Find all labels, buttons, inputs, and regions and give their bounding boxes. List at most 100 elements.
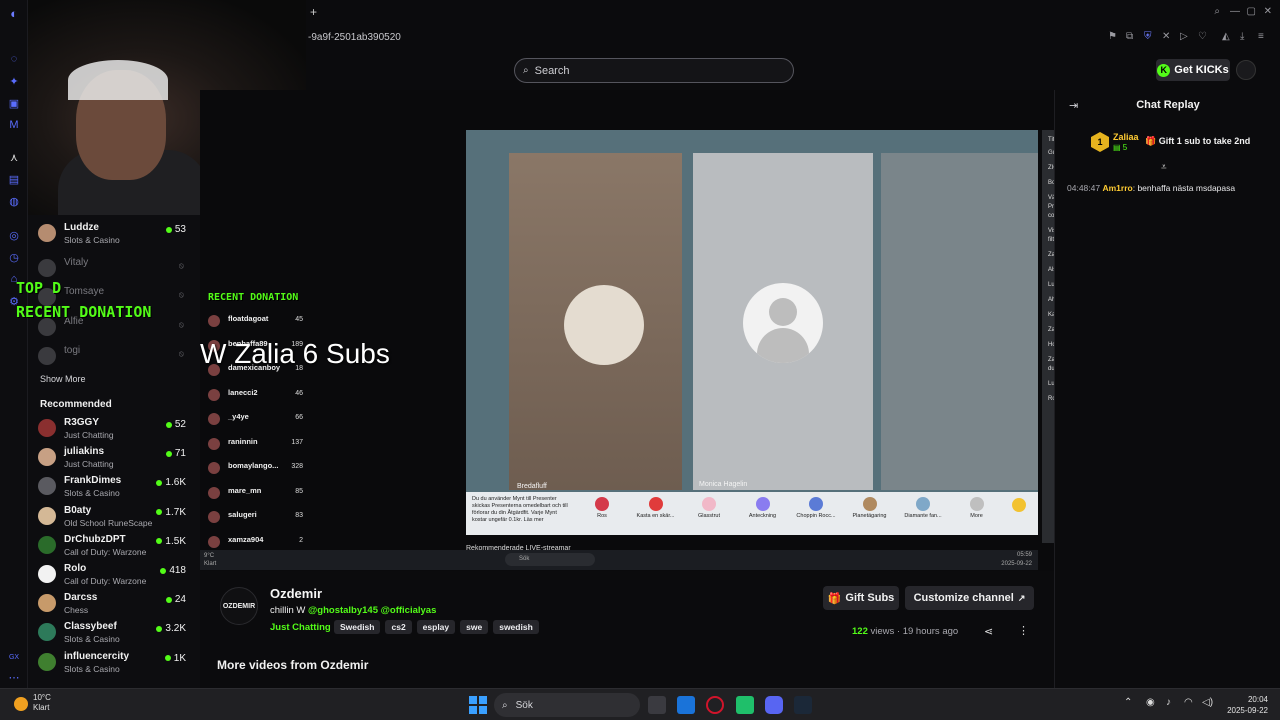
- search-tabs-icon[interactable]: ⌕: [1214, 6, 1220, 17]
- download-icon[interactable]: ⤓: [1240, 31, 1244, 42]
- channel-name[interactable]: Ozdemir: [270, 586, 322, 601]
- taskbar-search[interactable]: ⌕ Sök: [494, 693, 640, 717]
- extension-icon[interactable]: ◭: [1222, 31, 1230, 42]
- gift-icon: [595, 497, 609, 511]
- new-tab-button[interactable]: +: [310, 5, 317, 19]
- mention-link-2[interactable]: @officialyas: [381, 605, 437, 616]
- sidebar-item-vitaly[interactable]: Vitaly ⦸: [38, 256, 198, 284]
- sidebar-item-recommended[interactable]: Rolo Call of Duty: Warzone 418: [38, 562, 198, 590]
- outlook-icon[interactable]: [677, 696, 695, 714]
- gift-subs-button[interactable]: 🎁 Gift Subs: [823, 586, 899, 610]
- maximize-icon[interactable]: ▢: [1247, 6, 1256, 17]
- more-options-icon[interactable]: ⋮: [1018, 624, 1029, 637]
- sidebar-item-recommended[interactable]: R3GGY Just Chatting 52: [38, 416, 198, 444]
- steam-icon[interactable]: [794, 696, 812, 714]
- video-player[interactable]: Bredafluff Monica Hagelin Du du använder…: [200, 90, 1182, 571]
- share-icon[interactable]: ⋖: [984, 625, 993, 638]
- donation-row: xamza904 2: [208, 533, 308, 551]
- mic-icon[interactable]: ♪: [1166, 697, 1171, 708]
- sub-alert-text: W Zalia 6 Subs: [200, 338, 390, 369]
- rail-icon-2[interactable]: ✦: [7, 74, 21, 88]
- viewer-count: 24: [165, 594, 186, 605]
- user-avatar[interactable]: [1236, 60, 1256, 80]
- sidebar-item-recommended[interactable]: influencercity Slots & Casino 1K: [38, 650, 198, 678]
- pinned-gift-goal[interactable]: 1 Zaliaa ▤ 5 🎁 Gift 1 sub to take 2nd: [1091, 132, 1280, 158]
- gift-item: More: [957, 497, 997, 519]
- volume-icon[interactable]: ◁): [1202, 697, 1213, 708]
- channel-avatar[interactable]: OZDEMIR: [220, 587, 258, 625]
- task-view-icon[interactable]: [648, 696, 666, 714]
- sidebar-item-luddze[interactable]: Luddze Slots & Casino 53: [38, 221, 198, 249]
- tag[interactable]: Swedish: [334, 620, 381, 634]
- start-button[interactable]: [469, 696, 487, 714]
- webcam-cap: [68, 60, 168, 100]
- get-kicks-button[interactable]: K Get KICKs: [1156, 59, 1230, 81]
- snapshot-icon[interactable]: ⧉: [1126, 31, 1133, 42]
- live-dot-icon: [156, 479, 163, 486]
- donor-name: salugeri: [228, 510, 257, 519]
- shield-icon[interactable]: ⛨: [1144, 31, 1152, 42]
- tray-chevron-icon[interactable]: ⌃: [1124, 697, 1132, 708]
- bookmark-icon[interactable]: ⚑: [1108, 31, 1117, 42]
- avatar: [38, 259, 56, 277]
- expand-icon[interactable]: ⩡: [1161, 162, 1167, 173]
- chat-panel: ⇥ Chat Replay 1 Zaliaa ▤ 5 🎁 Gift 1 sub …: [1054, 90, 1280, 688]
- discord-taskbar-icon[interactable]: [765, 696, 783, 714]
- tray-app-icon[interactable]: ◉: [1146, 697, 1155, 708]
- tag[interactable]: esplay: [416, 620, 456, 634]
- donor-avatar: [208, 388, 220, 401]
- sidebar-item-recommended[interactable]: Darcss Chess 24: [38, 591, 198, 619]
- show-more-button[interactable]: Show More: [40, 374, 86, 384]
- avatar: [38, 594, 56, 613]
- sidebar-item-togi[interactable]: togi ⦸: [38, 344, 198, 372]
- xbox-icon[interactable]: [736, 696, 754, 714]
- rail-icon-6[interactable]: ◎: [7, 228, 21, 242]
- more-icon[interactable]: ⋯: [7, 670, 21, 684]
- sidebar-item-recommended[interactable]: B0aty Old School RuneScape 1.7K: [38, 504, 198, 532]
- gx-icon[interactable]: GX: [7, 650, 21, 664]
- rail-icon-3[interactable]: ▣: [7, 96, 21, 110]
- guest-tile-3: [881, 153, 1038, 490]
- discord-icon[interactable]: ◍: [7, 194, 21, 208]
- pinned-user: Zaliaa: [1113, 132, 1139, 142]
- tag[interactable]: cs2: [385, 620, 412, 634]
- translate-icon[interactable]: ✕: [1162, 31, 1170, 42]
- search-placeholder: Search: [534, 64, 570, 77]
- twitch-icon[interactable]: ▤: [7, 172, 21, 186]
- mention-link-1[interactable]: @ghostalby145: [308, 605, 378, 616]
- close-icon[interactable]: ✕: [1264, 6, 1272, 17]
- captured-search: Sök: [505, 553, 595, 566]
- sidebar-item-recommended[interactable]: DrChubzDPT Call of Duty: Warzone 1.5K: [38, 533, 198, 561]
- opera-gx-icon[interactable]: [706, 696, 724, 714]
- weather-widget[interactable]: 10°C Klart: [33, 693, 51, 713]
- menu-icon[interactable]: ≡: [1258, 31, 1264, 42]
- wifi-icon[interactable]: ◠: [1184, 697, 1193, 708]
- sidebar-item-recommended[interactable]: juliakins Just Chatting 71: [38, 445, 198, 473]
- offline-icon: ⦸: [178, 290, 184, 299]
- captured-temp: 9°C: [204, 553, 215, 559]
- avatar: [38, 623, 56, 642]
- search-input[interactable]: ⌕ Search: [514, 58, 794, 83]
- minimize-icon[interactable]: —: [1230, 6, 1240, 17]
- rail-icon-1[interactable]: ◌: [7, 52, 21, 66]
- browser-logo-icon[interactable]: ◐: [7, 6, 21, 21]
- clock[interactable]: 20:04 2025-09-22: [1227, 694, 1268, 716]
- rail-icon-7[interactable]: ◷: [7, 250, 21, 264]
- sidebar-item-recommended[interactable]: FrankDimes Slots & Casino 1.6K: [38, 474, 198, 502]
- tag[interactable]: swe: [460, 620, 489, 634]
- customize-channel-button[interactable]: Customize channel ↗: [905, 586, 1034, 610]
- rail-icon-5[interactable]: ⋏: [7, 150, 21, 164]
- tag[interactable]: swedish: [493, 620, 539, 634]
- avatar: [38, 419, 56, 437]
- more-videos-heading: More videos from Ozdemir: [217, 658, 369, 672]
- donor-avatar: [208, 535, 220, 548]
- category-link[interactable]: Just Chatting: [270, 622, 331, 633]
- rail-icon-4[interactable]: M: [7, 118, 21, 132]
- channel-name: Rolo: [64, 563, 87, 574]
- play-icon[interactable]: ▷: [1180, 31, 1188, 42]
- address-bar[interactable]: -9a9f-2501ab390520 ⚑ ⧉ ⛨ ✕ ▷ ♡ ◭ ⤓ ≡: [306, 26, 1280, 50]
- default-avatar-icon: [743, 283, 823, 363]
- sidebar-item-recommended[interactable]: Classybeef Slots & Casino 3.2K: [38, 620, 198, 648]
- gift-icon: [809, 497, 823, 511]
- heart-icon[interactable]: ♡: [1198, 31, 1207, 42]
